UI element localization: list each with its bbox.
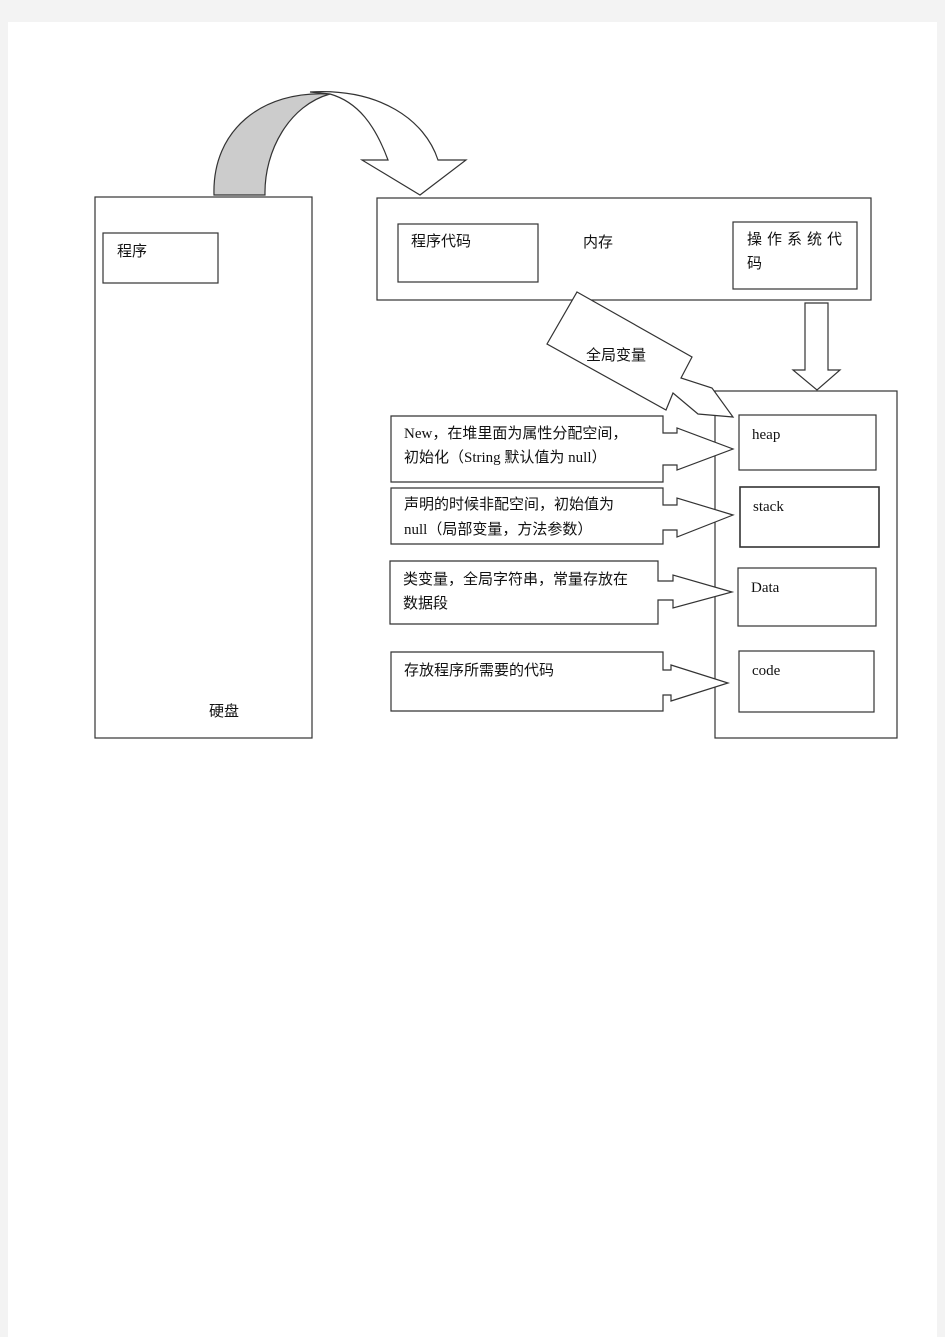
disk-label: 硬盘 [209,702,240,720]
heap-note-line1: New，在堆里面为属性分配空间， [404,426,628,442]
down-arrow-icon [791,302,842,391]
program-code-label: 程序代码 [411,232,472,250]
data-note-line2: 数据段 [403,594,449,612]
stack-label: stack [753,499,784,515]
global-variable-label: 全局变量 [586,346,647,364]
data-note-line1: 类变量，全局字符串，常量存放在 [403,570,629,588]
os-code-label: 操作系统代码 [747,230,848,272]
code-note: 存放程序所需要的代码 [404,661,555,679]
stack-note-line1: 声明的时候非配空间，初始值为 [404,497,615,513]
curved-arrow-shade [213,93,331,196]
curved-arrow-icon [309,91,468,196]
stack-note-line2: null（局部变量，方法参数） [404,522,593,538]
disk-program-label: 程序 [117,242,148,260]
code-label: code [752,663,781,679]
memory-label: 内存 [583,233,614,251]
data-label: Data [751,580,780,596]
heap-label: heap [752,427,781,443]
heap-note-line2: 初始化（String 默认值为 null） [404,450,607,466]
